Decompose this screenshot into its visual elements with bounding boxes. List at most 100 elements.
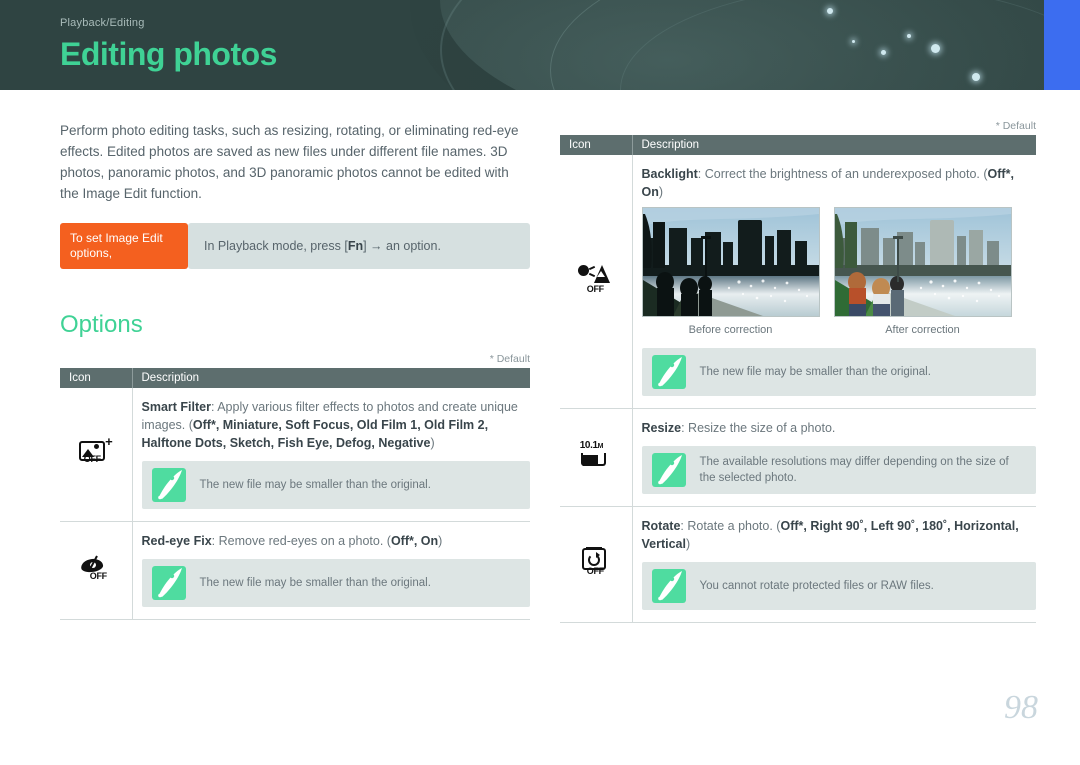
table-row: OFF Rotate: Rotate a photo. (Off*, Right…	[560, 506, 1037, 623]
tip-callout: To set Image Edit options, In Playback m…	[60, 223, 530, 269]
banner-sparkle	[881, 50, 886, 55]
option-desc: : Resize the size of a photo.	[681, 421, 836, 435]
photo-caption: Before correction	[688, 324, 773, 336]
option-values: Off*, Miniature, Soft Focus, Old Film 1,…	[141, 418, 489, 450]
icon-cell: OFF	[60, 521, 133, 620]
option-desc: : Correct the brightness of an underexpo…	[697, 167, 988, 181]
option-title: Red-eye Fix	[141, 534, 212, 548]
default-legend-left: * Default	[489, 353, 530, 365]
section-heading: Options	[60, 311, 143, 338]
icon-off-label: OFF	[586, 566, 604, 576]
description-cell: Backlight: Correct the brightness of an …	[632, 155, 1036, 409]
fn-key-label: Fn	[347, 239, 364, 253]
red-eye-fix-icon: OFF	[79, 555, 112, 581]
breadcrumb: Playback/Editing	[60, 17, 145, 29]
row-description: Resize: Resize the size of a photo.	[642, 419, 1037, 437]
pen-nib-icon	[651, 453, 686, 487]
smart-filter-icon: + OFF	[78, 435, 113, 466]
tip-callout-body: In Playback mode, press [Fn] → an option…	[188, 223, 530, 269]
table-row: OFF Red-eye Fix: Remove red-eyes on a ph…	[60, 521, 531, 620]
option-desc-tail: )	[658, 185, 664, 199]
banner-accent-block	[1044, 0, 1080, 90]
resize-icon: 10.1M	[579, 440, 613, 470]
photo-caption: After correction	[885, 324, 960, 336]
option-title: Backlight	[641, 167, 698, 181]
tip-text-before: In Playback mode, press [	[204, 239, 348, 253]
option-title: Rotate	[641, 519, 681, 533]
rotate-icon: OFF	[580, 547, 612, 577]
table-header-row: Icon Description	[60, 368, 530, 388]
options-table-right: Icon Description OFF Backlight: Correct …	[560, 135, 1036, 623]
table-row: 10.1M Resize: Resize the size of a photo…	[560, 408, 1037, 507]
photo-after	[833, 207, 1012, 317]
option-title: Resize	[641, 421, 682, 435]
pen-nib-icon	[151, 566, 186, 600]
page-title: Editing photos	[60, 36, 277, 72]
pen-nib-icon	[151, 468, 186, 502]
description-cell: Red-eye Fix: Remove red-eyes on a photo.…	[132, 521, 531, 620]
column-header-icon: Icon	[560, 135, 633, 155]
left-column: Perform photo editing tasks, such as res…	[60, 120, 530, 620]
table-row: + OFF Smart Filter: Apply various filter…	[60, 388, 530, 522]
description-cell: Rotate: Rotate a photo. (Off*, Right 90˚…	[632, 506, 1037, 623]
banner-sparkle	[972, 73, 980, 81]
pen-nib-icon	[651, 355, 686, 389]
default-legend-right: * Default	[995, 120, 1036, 132]
description-cell: Resize: Resize the size of a photo. The	[632, 408, 1037, 507]
option-desc: : Remove red-eyes on a photo. (	[211, 534, 391, 548]
photo-before-wrap: Before correction	[641, 207, 820, 336]
option-desc: : Rotate a photo. (	[680, 519, 781, 533]
note-text: The new file may be smaller than the ori…	[199, 479, 431, 491]
intro-paragraph: Perform photo editing tasks, such as res…	[60, 123, 519, 201]
option-desc-tail: )	[438, 534, 443, 548]
option-title: Smart Filter	[141, 400, 211, 414]
banner-sparkle	[907, 34, 911, 38]
note-text: The available resolutions may differ dep…	[699, 456, 1009, 484]
icon-cell: 10.1M	[560, 408, 633, 507]
note-box: The new file may be smaller than the ori…	[141, 559, 530, 607]
icon-cell: OFF	[560, 506, 633, 623]
resize-unit: M	[597, 443, 604, 450]
option-values: Off*, On	[390, 534, 439, 548]
banner-sparkle	[827, 8, 833, 14]
description-cell: Smart Filter: Apply various filter effec…	[132, 388, 530, 522]
note-text: You cannot rotate protected files or RAW…	[699, 580, 934, 592]
pen-nib-icon	[651, 569, 686, 603]
row-description: Smart Filter: Apply various filter effec…	[142, 398, 531, 452]
page-number: 98	[1004, 689, 1038, 726]
row-description: Red-eye Fix: Remove red-eyes on a photo.…	[142, 532, 531, 550]
note-text: The new file may be smaller than the ori…	[199, 577, 431, 589]
table-row: OFF Backlight: Correct the brightness of…	[560, 155, 1036, 409]
tip-callout-tag: To set Image Edit options,	[60, 223, 188, 269]
icon-off-label: OFF	[89, 571, 107, 581]
note-box: You cannot rotate protected files or RAW…	[641, 562, 1036, 610]
tip-text-after: ] → an option.	[363, 239, 441, 253]
options-table-left: Icon Description + OFF Smart Filter: App…	[60, 368, 530, 620]
right-column: * Default Icon Description OFF Backlight…	[560, 120, 1036, 623]
before-after-photos: Before correction After correction	[641, 207, 1037, 336]
note-text: The new file may be smaller than the ori…	[699, 366, 931, 378]
photo-after-wrap: After correction	[833, 207, 1012, 336]
column-header-icon: Icon	[60, 368, 133, 388]
note-box: The new file may be smaller than the ori…	[641, 348, 1036, 396]
row-description: Rotate: Rotate a photo. (Off*, Right 90˚…	[642, 517, 1037, 553]
page-header-banner: Playback/Editing Editing photos	[0, 0, 1080, 90]
note-box: The new file may be smaller than the ori…	[141, 461, 530, 509]
table-header-row: Icon Description	[560, 135, 1036, 155]
option-desc-tail: )	[430, 436, 435, 450]
column-header-description: Description	[132, 368, 530, 388]
icon-cell: + OFF	[60, 388, 133, 522]
manual-page: Playback/Editing Editing photos Perform …	[0, 0, 1080, 765]
icon-off-label: OFF	[83, 454, 101, 464]
backlight-icon: OFF	[577, 264, 614, 294]
photo-before	[641, 207, 820, 317]
icon-off-label: OFF	[586, 284, 604, 294]
option-desc-tail: )	[685, 537, 691, 551]
row-description: Backlight: Correct the brightness of an …	[642, 165, 1037, 201]
banner-sparkle	[931, 44, 940, 53]
icon-cell: OFF	[560, 155, 633, 409]
note-box: The available resolutions may differ dep…	[641, 446, 1036, 494]
resize-value: 10.1	[579, 440, 598, 451]
banner-sparkle	[852, 40, 855, 43]
column-header-description: Description	[632, 135, 1036, 155]
